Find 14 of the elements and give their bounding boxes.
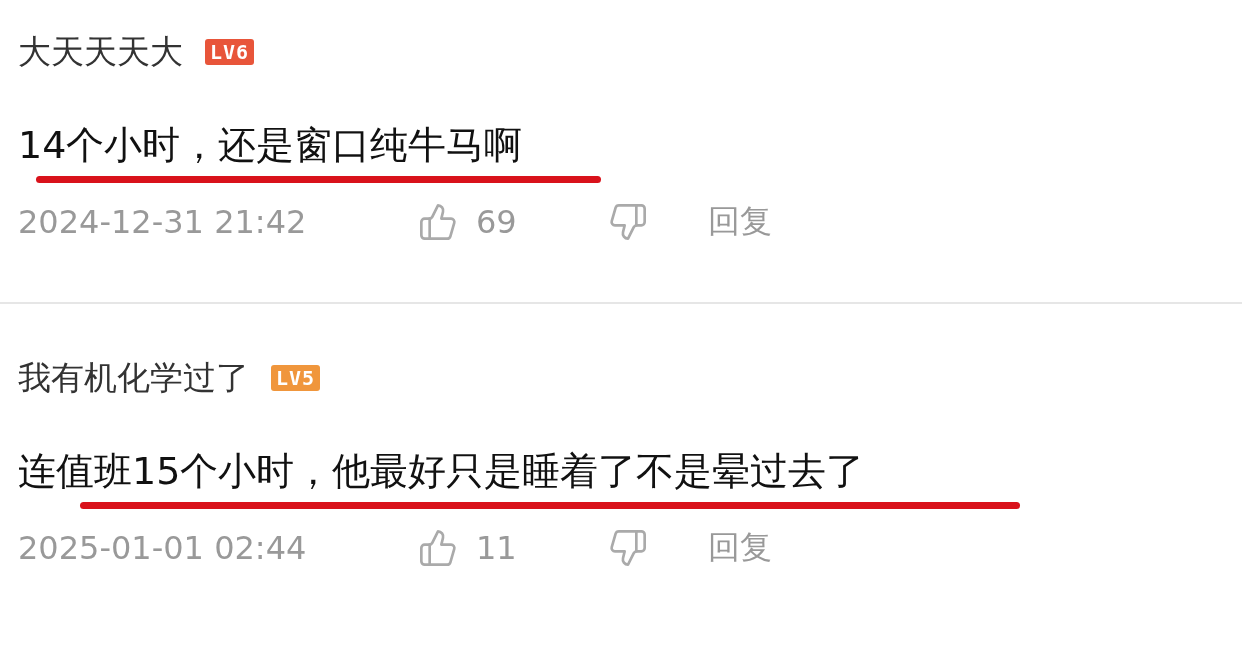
like-count: 11	[476, 529, 518, 567]
username[interactable]: 我有机化学过了	[18, 355, 249, 401]
thumbs-down-icon[interactable]	[608, 528, 648, 568]
like-count: 69	[476, 203, 518, 241]
thumbs-up-icon[interactable]	[418, 202, 458, 242]
comment-time: 2024-12-31 21:42	[18, 203, 308, 241]
thumbs-up-icon[interactable]	[418, 528, 458, 568]
thumbs-down-icon[interactable]	[608, 202, 648, 242]
comment-time: 2025-01-01 02:44	[18, 529, 308, 567]
level-badge: LV6	[205, 39, 255, 65]
comment-text: 14个小时，还是窗口纯牛马啊	[18, 122, 524, 169]
comment-text: 连值班15个小时，他最好只是睡着了不是晕过去了	[18, 448, 866, 495]
level-badge: LV5	[271, 365, 321, 391]
username[interactable]: 大天天天大	[18, 29, 183, 75]
